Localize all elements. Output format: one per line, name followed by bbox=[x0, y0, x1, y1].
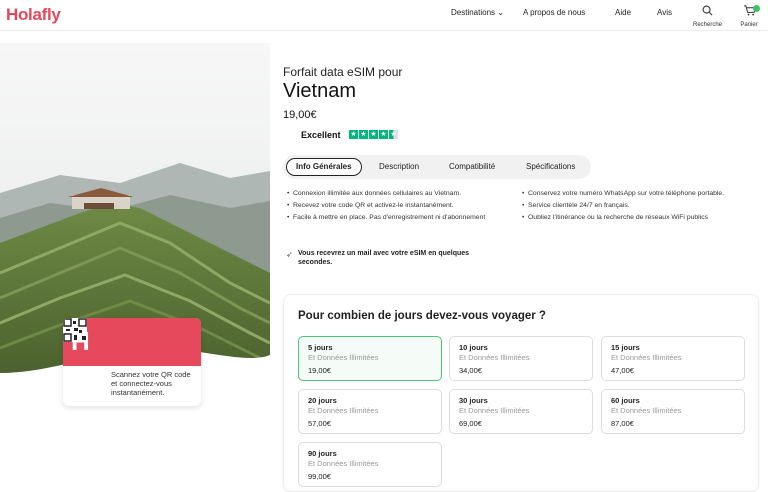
plan-subtitle: Et Données Illimitées bbox=[611, 406, 682, 415]
email-delivery-note: ➶ Vous recevrez un mail avec votre eSIM … bbox=[286, 249, 496, 267]
plan-subtitle: Et Données Illimitées bbox=[611, 353, 682, 362]
plan-days: 5 jours bbox=[308, 343, 333, 352]
plan-option[interactable]: 30 jours Et Données Illimitées 69,00€ bbox=[449, 389, 593, 434]
nav-about-us[interactable]: A propos de nous bbox=[523, 8, 585, 17]
nav-destinations[interactable]: Destinations ⌄ bbox=[451, 8, 504, 17]
search-button[interactable]: Recherche bbox=[693, 3, 723, 28]
plan-subtitle: Et Données Illimitées bbox=[308, 353, 379, 362]
feature-item: Facile à mettre en place. Pas d'enregist… bbox=[287, 214, 497, 222]
feature-item: Oubliez l'itinérance ou la recherche de … bbox=[522, 214, 742, 222]
send-icon: ➶ bbox=[286, 250, 293, 259]
tab-compatibility[interactable]: Compatibilité bbox=[440, 158, 504, 176]
email-delivery-text: Vous recevrez un mail avec votre eSIM en… bbox=[298, 250, 470, 266]
plan-days: 30 jours bbox=[459, 396, 488, 405]
feature-item: Conservez votre numéro WhatsApp sur votr… bbox=[522, 190, 742, 198]
plan-option[interactable]: 5 jours Et Données Illimitées 19,00€ bbox=[298, 336, 442, 381]
esim-card-caption: Scannez votre QR code et connectez-vous … bbox=[111, 370, 191, 397]
star-icon: ★ bbox=[369, 130, 378, 139]
star-icon: ★ bbox=[349, 130, 358, 139]
plan-price: 34,00€ bbox=[459, 366, 482, 375]
feature-item: Recevez votre code QR et activez-le inst… bbox=[287, 202, 497, 210]
plan-option[interactable]: 20 jours Et Données Illimitées 57,00€ bbox=[298, 389, 442, 434]
product-tabs: Info Générales Description Compatibilité… bbox=[283, 155, 591, 179]
plan-price: 87,00€ bbox=[611, 419, 634, 428]
qr-code-icon bbox=[63, 318, 87, 342]
tab-general-info[interactable]: Info Générales bbox=[286, 158, 362, 176]
duration-selector: Pour combien de jours devez-vous voyager… bbox=[283, 294, 759, 492]
features-list-right: Conservez votre numéro WhatsApp sur votr… bbox=[522, 190, 742, 226]
plan-option[interactable]: 10 jours Et Données Illimitées 34,00€ bbox=[449, 336, 593, 381]
feature-item: Connexion illimitée aux données cellulai… bbox=[287, 190, 497, 198]
plan-price: 19,00€ bbox=[308, 366, 331, 375]
plan-subtitle: Et Données Illimitées bbox=[459, 353, 530, 362]
nav-reviews[interactable]: Avis bbox=[657, 8, 672, 17]
star-icon: ★ bbox=[379, 130, 388, 139]
duration-title: Pour combien de jours devez-vous voyager… bbox=[298, 310, 546, 322]
plan-days: 10 jours bbox=[459, 343, 488, 352]
feature-item: Service clientèle 24/7 en français. bbox=[522, 202, 742, 210]
plan-subtitle: Et Données Illimitées bbox=[308, 406, 379, 415]
trustpilot-stars: ★ ★ ★ ★ ★ bbox=[349, 130, 398, 139]
holafly-logo[interactable]: Holafly bbox=[6, 5, 61, 25]
plan-price: 69,00€ bbox=[459, 419, 482, 428]
nav-help[interactable]: Aide bbox=[615, 8, 631, 17]
plan-subtitle: Et Données Illimitées bbox=[459, 406, 530, 415]
tab-description[interactable]: Description bbox=[370, 158, 428, 176]
plan-days: 20 jours bbox=[308, 396, 337, 405]
plan-option[interactable]: 60 jours Et Données Illimitées 87,00€ bbox=[601, 389, 745, 434]
plan-price: 47,00€ bbox=[611, 366, 634, 375]
search-icon bbox=[702, 5, 712, 16]
cart-label: Panier bbox=[740, 22, 758, 28]
vietnam-landscape-illustration bbox=[0, 43, 270, 492]
search-label: Recherche bbox=[693, 22, 723, 28]
product-pretitle: Forfait data eSIM pour bbox=[283, 65, 403, 79]
rating-label: Excellent bbox=[301, 130, 341, 140]
star-icon: ★ bbox=[359, 130, 368, 139]
cart-button[interactable]: Panier bbox=[735, 3, 763, 28]
plan-subtitle: Et Données Illimitées bbox=[308, 459, 379, 468]
plan-days: 60 jours bbox=[611, 396, 640, 405]
features-list-left: Connexion illimitée aux données cellulai… bbox=[287, 190, 497, 226]
star-half-icon: ★ bbox=[389, 130, 398, 139]
plan-price: 99,00€ bbox=[308, 472, 331, 481]
plan-option[interactable]: 90 jours Et Données Illimitées 99,00€ bbox=[298, 442, 442, 487]
product-price: 19,00€ bbox=[283, 109, 317, 121]
esim-card-illustration: H Scannez votre QR code et connectez-vou… bbox=[63, 318, 201, 406]
plan-days: 90 jours bbox=[308, 449, 337, 458]
plan-price: 57,00€ bbox=[308, 419, 331, 428]
plan-days: 15 jours bbox=[611, 343, 640, 352]
product-title: Vietnam bbox=[283, 80, 357, 102]
plan-option[interactable]: 15 jours Et Données Illimitées 47,00€ bbox=[601, 336, 745, 381]
top-nav-bar: Holafly Destinations ⌄ A propos de nous … bbox=[0, 0, 768, 31]
cart-count-badge bbox=[753, 5, 760, 12]
destination-hero-image: H Scannez votre QR code et connectez-vou… bbox=[0, 43, 270, 492]
tab-specifications[interactable]: Spécifications bbox=[517, 158, 584, 176]
